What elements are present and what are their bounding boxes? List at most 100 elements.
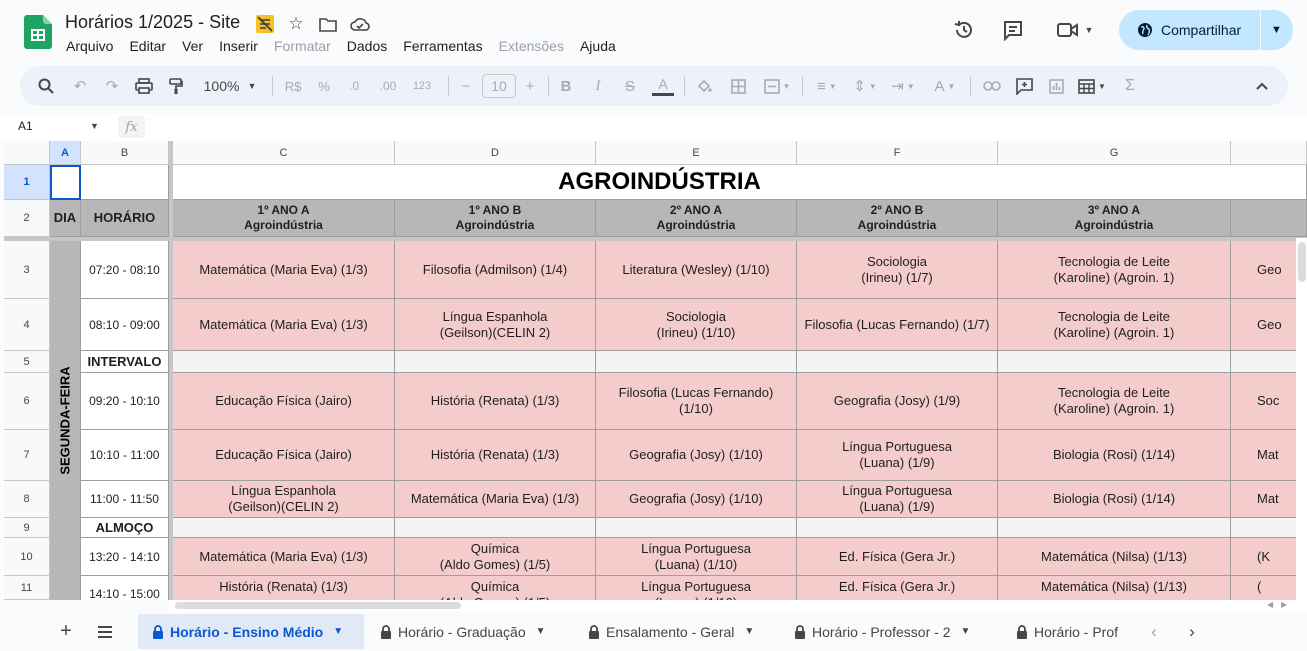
menu-arquivo[interactable]: Arquivo <box>66 38 113 54</box>
schedule-cell[interactable]: Ed. Física (Gera Jr.) <box>797 538 998 576</box>
time-cell[interactable]: 07:20 - 08:10 <box>81 241 169 299</box>
schedule-cell[interactable]: Filosofia (Admilson) (1/4) <box>395 241 596 299</box>
schedule-cell[interactable]: Sociologia (Irineu) (1/10) <box>596 299 797 351</box>
redo-icon[interactable]: ↷ <box>100 66 124 106</box>
schedule-cell[interactable]: Educação Física (Jairo) <box>173 430 395 481</box>
italic-icon[interactable]: I <box>588 66 608 106</box>
chevron-down-icon[interactable]: ▼ <box>744 626 754 637</box>
schedule-cell[interactable]: Matemática (Nilsa) (1/13) <box>998 538 1231 576</box>
time-cell[interactable]: 13:20 - 14:10 <box>81 538 169 576</box>
menu-inserir[interactable]: Inserir <box>219 38 258 54</box>
share-button[interactable]: Compartilhar ▼ <box>1119 10 1293 50</box>
sheet-tab-ensino-medio[interactable]: Horário - Ensino Médio ▼ <box>138 614 364 649</box>
row-header-8[interactable]: 8 <box>4 481 50 518</box>
break-cell[interactable] <box>395 518 596 538</box>
sheet-tab-ensalamento[interactable]: Ensalamento - Geral ▼ <box>576 614 782 649</box>
schedule-cell[interactable]: Ed. Física (Gera Jr.) <box>797 576 998 600</box>
scroll-tabs-left-icon[interactable]: ‹ <box>1144 612 1164 651</box>
sheet-tab-professor-2[interactable]: Horário - Professor - 2 ▼ <box>782 614 1002 649</box>
schedule-cell[interactable]: Química (Aldo Gomes) (1/5) <box>395 576 596 600</box>
undo-icon[interactable]: ↶ <box>68 66 92 106</box>
increase-font-size-icon[interactable]: + <box>520 66 540 106</box>
schedule-cell[interactable]: Tecnologia de Leite (Karoline) (Agroin. … <box>998 241 1231 299</box>
menu-ajuda[interactable]: Ajuda <box>580 38 616 54</box>
corner-header[interactable] <box>4 141 50 165</box>
collapse-toolbar-icon[interactable] <box>1250 66 1274 106</box>
schedule-cell[interactable]: Língua Portuguesa (Luana) (1/9) <box>797 481 998 518</box>
class-header-1b[interactable]: 1º ANO B Agroindústria <box>395 200 596 237</box>
currency-format-button[interactable]: R$ <box>280 66 306 106</box>
menu-dados[interactable]: Dados <box>347 38 387 54</box>
break-cell[interactable] <box>395 351 596 373</box>
schedule-cell[interactable]: Língua Portuguesa (Luana) (1/10) <box>596 538 797 576</box>
time-cell[interactable]: 08:10 - 09:00 <box>81 299 169 351</box>
more-formats-button[interactable]: 123 <box>408 66 436 106</box>
column-header-a[interactable]: A <box>50 141 81 165</box>
break-cell[interactable] <box>797 518 998 538</box>
time-cell[interactable]: 14:10 - 15:00 <box>81 576 169 600</box>
document-title[interactable]: Horários 1/2025 - Site <box>65 12 240 33</box>
break-cell[interactable] <box>596 351 797 373</box>
search-menus-icon[interactable] <box>34 66 58 106</box>
vertical-align-icon[interactable]: ⇕ ▼ <box>848 66 882 106</box>
paint-format-icon[interactable] <box>164 66 188 106</box>
comments-icon[interactable] <box>999 16 1027 44</box>
class-header-3b[interactable] <box>1231 200 1307 237</box>
name-box[interactable]: A1 <box>18 119 33 133</box>
chevron-down-icon[interactable]: ▼ <box>960 626 970 637</box>
add-sheet-icon[interactable]: + <box>56 612 76 651</box>
column-header-e[interactable]: E <box>596 141 797 165</box>
schedule-cell[interactable]: Tecnologia de Leite (Karoline) (Agroin. … <box>998 373 1231 430</box>
zoom-select[interactable]: 100% ▼ <box>198 66 262 106</box>
break-cell[interactable] <box>998 351 1231 373</box>
schedule-cell[interactable]: Sociologia (Irineu) (1/7) <box>797 241 998 299</box>
schedule-cell[interactable]: Literatura (Wesley) (1/10) <box>596 241 797 299</box>
schedule-cell[interactable]: Matemática (Maria Eva) (1/3) <box>173 241 395 299</box>
row-header-3[interactable]: 3 <box>4 241 50 299</box>
schedule-cell[interactable]: Matemática (Maria Eva) (1/3) <box>173 538 395 576</box>
class-header-2a[interactable]: 2º ANO A Agroindústria <box>596 200 797 237</box>
insert-link-icon[interactable] <box>980 66 1004 106</box>
horizontal-scroll-thumb[interactable] <box>175 602 461 609</box>
font-size-input[interactable]: 10 <box>482 74 516 98</box>
header-dia[interactable]: DIA <box>50 200 81 237</box>
row-header-5[interactable]: 5 <box>4 351 50 373</box>
decrease-decimal-button[interactable]: .0 <box>342 66 366 106</box>
schedule-cell[interactable]: Biologia (Rosi) (1/14) <box>998 481 1231 518</box>
star-icon[interactable]: ☆ <box>285 13 307 35</box>
lunch-label[interactable]: ALMOÇO <box>81 518 169 538</box>
offline-unavailable-icon[interactable] <box>254 13 276 35</box>
menu-extensoes[interactable]: Extensões <box>499 38 564 54</box>
menu-ver[interactable]: Ver <box>182 38 203 54</box>
increase-decimal-button[interactable]: .00 <box>374 66 402 106</box>
menu-editar[interactable]: Editar <box>129 38 166 54</box>
chevron-down-icon[interactable]: ▼ <box>333 626 343 637</box>
schedule-cell[interactable]: Língua Portuguesa (Luana) (1/9) <box>797 430 998 481</box>
vertical-scroll-thumb[interactable] <box>1298 242 1306 282</box>
schedule-cell[interactable]: História (Renata) (1/3) <box>395 373 596 430</box>
vertical-scrollbar[interactable] <box>1296 238 1307 600</box>
time-cell[interactable]: 09:20 - 10:10 <box>81 373 169 430</box>
break-cell[interactable] <box>998 518 1231 538</box>
cloud-saved-icon[interactable] <box>349 13 371 35</box>
column-header-h[interactable] <box>1231 141 1307 165</box>
schedule-cell[interactable]: Filosofia (Lucas Fernando) (1/7) <box>797 299 998 351</box>
all-sheets-menu-icon[interactable] <box>94 612 116 651</box>
bold-icon[interactable]: B <box>556 66 576 106</box>
time-cell[interactable]: 11:00 - 11:50 <box>81 481 169 518</box>
sheet-title-cell[interactable]: AGROINDÚSTRIA <box>173 165 1307 200</box>
scroll-right-icon[interactable]: ▶ <box>1281 600 1287 609</box>
schedule-cell[interactable]: Filosofia (Lucas Fernando) (1/10) <box>596 373 797 430</box>
column-header-c[interactable]: C <box>173 141 395 165</box>
row-header-10[interactable]: 10 <box>4 538 50 576</box>
time-cell[interactable]: 10:10 - 11:00 <box>81 430 169 481</box>
row-header-2[interactable]: 2 <box>4 200 50 237</box>
break-label[interactable]: INTERVALO <box>81 351 169 373</box>
percent-format-button[interactable]: % <box>312 66 336 106</box>
column-header-b[interactable]: B <box>81 141 169 165</box>
move-folder-icon[interactable] <box>317 13 339 35</box>
break-cell[interactable] <box>596 518 797 538</box>
horizontal-align-icon[interactable]: ≡ ▼ <box>810 66 844 106</box>
share-options-chevron-icon[interactable]: ▼ <box>1271 24 1282 36</box>
schedule-cell[interactable]: Geografia (Josy) (1/10) <box>596 430 797 481</box>
